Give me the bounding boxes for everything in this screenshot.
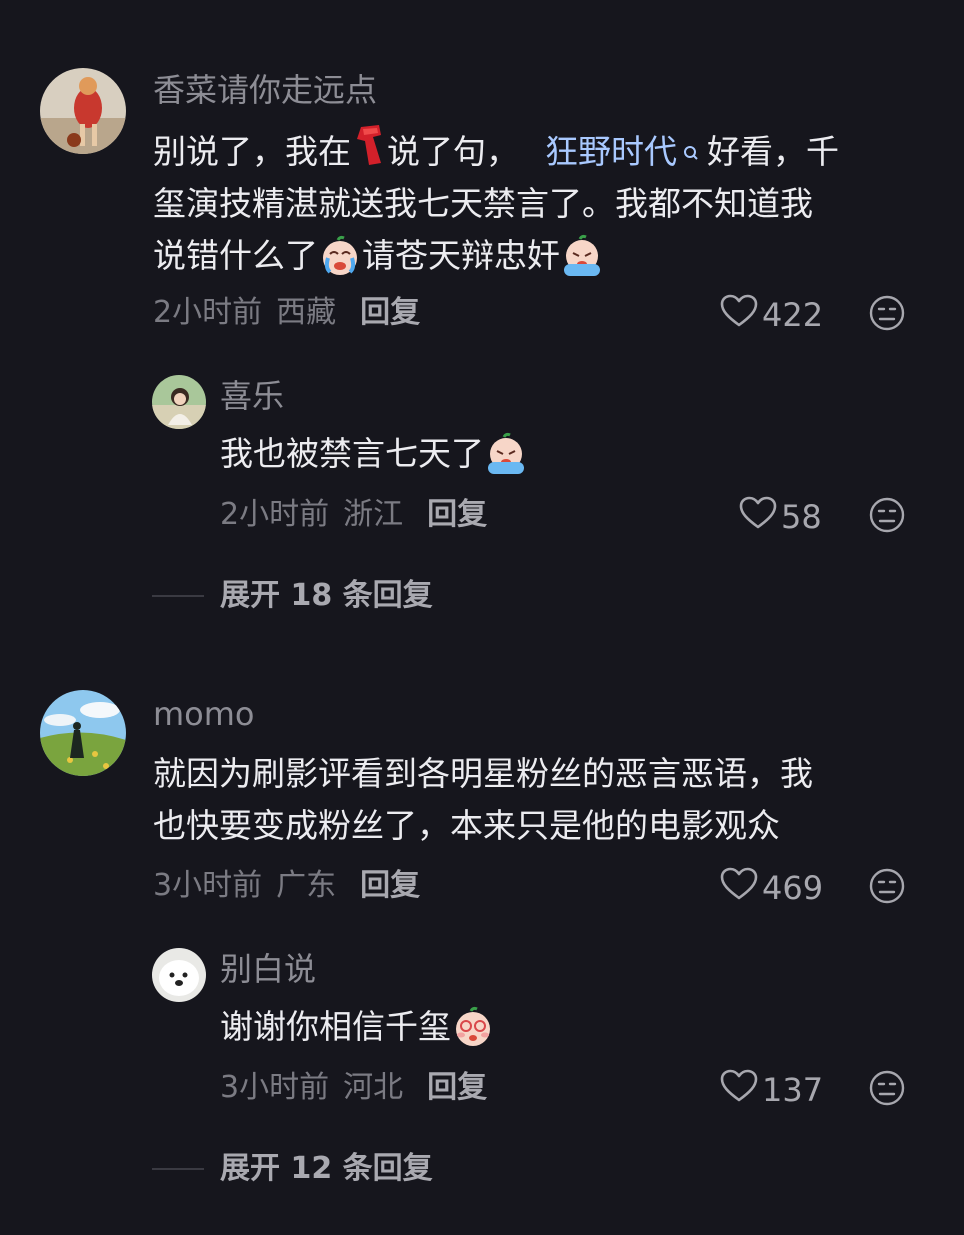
comment-meta: 2小时前 西藏 回复 bbox=[153, 294, 420, 332]
dislike-button[interactable] bbox=[869, 868, 905, 908]
crying-emoji-icon bbox=[318, 234, 362, 278]
avatar[interactable] bbox=[152, 948, 206, 1002]
reply-location: 浙江 bbox=[343, 497, 404, 532]
expand-replies-button[interactable]: 展开 18 条回复 bbox=[152, 577, 433, 615]
comment-text-segment: 别说了，我在 bbox=[153, 132, 351, 171]
reply-text: 我也被禁言七天了 bbox=[220, 428, 528, 480]
comment-meta: 3小时前 广东 回复 bbox=[153, 867, 420, 905]
meh-face-icon bbox=[869, 295, 905, 335]
expand-replies-label: 展开 12 条回复 bbox=[220, 1151, 433, 1186]
comment-text-segment: 好看，千 bbox=[707, 132, 839, 171]
like-count: 422 bbox=[762, 296, 824, 334]
comment-username[interactable]: 香菜请你走远点 bbox=[153, 70, 377, 110]
reply-time: 2小时前 bbox=[220, 497, 330, 532]
reply-meta: 3小时前 河北 回复 bbox=[220, 1069, 487, 1107]
like-count: 58 bbox=[781, 498, 822, 536]
avatar[interactable] bbox=[40, 68, 126, 154]
expand-replies-label: 展开 18 条回复 bbox=[220, 578, 433, 613]
heart-outline-icon bbox=[720, 1069, 762, 1111]
reply-text: 谢谢你相信千玺 bbox=[220, 1001, 495, 1053]
divider bbox=[152, 595, 204, 597]
reply-button[interactable]: 回复 bbox=[427, 1069, 487, 1107]
heart-eyes-emoji-icon bbox=[451, 1005, 495, 1049]
red-scarf-sticker bbox=[351, 123, 387, 182]
comment-text: 就因为刷影评看到各明星粉丝的恶言恶语，我 也快要变成粉丝了，本来只是他的电影观众 bbox=[153, 748, 923, 852]
like-button[interactable]: 422 bbox=[720, 294, 823, 336]
like-button[interactable]: 137 bbox=[720, 1069, 823, 1111]
like-count: 469 bbox=[762, 869, 824, 907]
heart-outline-icon bbox=[739, 496, 781, 538]
comment-location: 西藏 bbox=[276, 295, 337, 330]
sobbing-emoji-icon bbox=[560, 234, 604, 278]
avatar[interactable] bbox=[152, 375, 206, 429]
expand-replies-button[interactable]: 展开 12 条回复 bbox=[152, 1150, 433, 1188]
comment-username[interactable]: momo bbox=[153, 694, 255, 734]
comment-text-segment: 说错什么了 bbox=[153, 236, 318, 275]
reply-button[interactable]: 回复 bbox=[360, 867, 420, 905]
comment-text-segment: 请苍天辩忠奸 bbox=[362, 236, 560, 275]
reply-time: 3小时前 bbox=[220, 1070, 330, 1105]
reply-username[interactable]: 别白说 bbox=[220, 949, 316, 989]
meh-face-icon bbox=[869, 868, 905, 908]
dislike-button[interactable] bbox=[869, 295, 905, 335]
search-icon bbox=[683, 126, 699, 178]
comment-time: 3小时前 bbox=[153, 868, 263, 903]
avatar[interactable] bbox=[40, 690, 126, 776]
reply-meta: 2小时前 浙江 回复 bbox=[220, 496, 487, 534]
reply-button[interactable]: 回复 bbox=[427, 496, 487, 534]
like-button[interactable]: 469 bbox=[720, 867, 823, 909]
reply-text-segment: 谢谢你相信千玺 bbox=[220, 1007, 451, 1046]
comment-text-line: 也快要变成粉丝了，本来只是他的电影观众 bbox=[153, 806, 780, 845]
comment-location: 广东 bbox=[276, 868, 337, 903]
dislike-button[interactable] bbox=[869, 1070, 905, 1110]
comment-time: 2小时前 bbox=[153, 295, 263, 330]
reply-username[interactable]: 喜乐 bbox=[220, 376, 284, 416]
meh-face-icon bbox=[869, 497, 905, 537]
like-count: 137 bbox=[762, 1071, 824, 1109]
heart-outline-icon bbox=[720, 294, 762, 336]
reply-text-segment: 我也被禁言七天了 bbox=[220, 434, 484, 473]
like-button[interactable]: 58 bbox=[739, 496, 822, 538]
dislike-button[interactable] bbox=[869, 497, 905, 537]
topic-link[interactable]: 狂野时代 bbox=[545, 126, 677, 178]
reply-button[interactable]: 回复 bbox=[360, 294, 420, 332]
comment-text-line: 玺演技精湛就送我七天禁言了。我都不知道我 bbox=[153, 184, 813, 223]
reply-location: 河北 bbox=[343, 1070, 404, 1105]
divider bbox=[152, 1168, 204, 1170]
heart-outline-icon bbox=[720, 867, 762, 909]
sobbing-emoji-icon bbox=[484, 432, 528, 476]
comment-text: 别说了，我在 说了句， 狂野时代 好看，千 玺演技精湛就送我七天禁言了。我都不知… bbox=[153, 123, 923, 282]
meh-face-icon bbox=[869, 1070, 905, 1110]
comment-text-line: 就因为刷影评看到各明星粉丝的恶言恶语，我 bbox=[153, 754, 813, 793]
comment-text-segment: 说了句， bbox=[387, 132, 519, 171]
